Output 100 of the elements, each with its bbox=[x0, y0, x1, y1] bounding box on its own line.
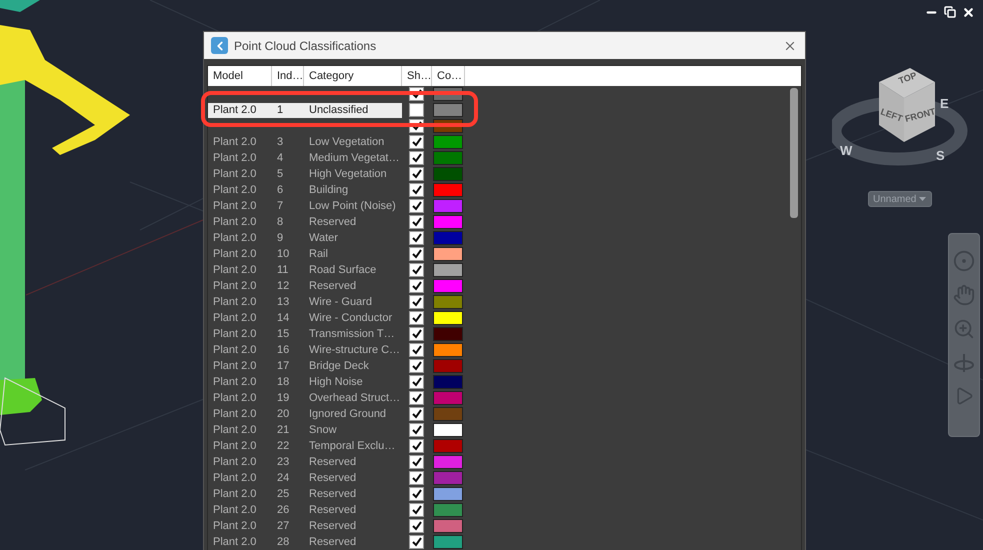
model-cell-text: Plant 2.0 bbox=[212, 454, 258, 470]
category-cell-text: Temporal Exclu… bbox=[308, 438, 396, 454]
category-cell-text: Overhead Struct… bbox=[308, 390, 402, 406]
show-checkbox[interactable] bbox=[409, 455, 424, 469]
color-swatch[interactable] bbox=[433, 311, 463, 325]
color-swatch[interactable] bbox=[433, 215, 463, 229]
restore-icon[interactable] bbox=[944, 6, 956, 18]
show-checkbox[interactable] bbox=[409, 231, 424, 245]
show-checkbox[interactable] bbox=[409, 519, 424, 533]
model-cell-text: Plant 2.0 bbox=[212, 214, 258, 230]
show-checkbox[interactable] bbox=[409, 263, 424, 277]
column-header[interactable]: Co… bbox=[432, 66, 465, 86]
index-cell-text: 25 bbox=[276, 486, 290, 502]
show-checkbox[interactable] bbox=[409, 471, 424, 485]
model-cell-text: Plant 2.0 bbox=[212, 134, 258, 150]
category-cell-text: Reserved bbox=[308, 518, 358, 534]
show-checkbox[interactable] bbox=[409, 375, 424, 389]
show-checkbox[interactable] bbox=[409, 103, 424, 117]
category-cell-text: Rail bbox=[308, 246, 329, 262]
caret-icon bbox=[919, 197, 926, 201]
index-cell-text: 6 bbox=[276, 182, 284, 198]
index-cell-text: 17 bbox=[276, 358, 290, 374]
index-cell-text: 4 bbox=[276, 150, 284, 166]
show-checkbox[interactable] bbox=[409, 535, 424, 549]
index-cell-text: 5 bbox=[276, 166, 284, 182]
model-cell-text: Plant 2.0 bbox=[212, 358, 258, 374]
color-swatch[interactable] bbox=[433, 247, 463, 261]
show-checkbox[interactable] bbox=[409, 295, 424, 309]
color-swatch[interactable] bbox=[433, 183, 463, 197]
color-swatch[interactable] bbox=[433, 439, 463, 453]
show-checkbox[interactable] bbox=[409, 167, 424, 181]
model-cell-text: Plant 2.0 bbox=[212, 534, 258, 550]
show-checkbox[interactable] bbox=[409, 407, 424, 421]
color-swatch[interactable] bbox=[433, 327, 463, 341]
color-swatch[interactable] bbox=[433, 519, 463, 533]
column-header[interactable]: Model bbox=[208, 66, 272, 86]
scrollbar-thumb[interactable] bbox=[790, 88, 798, 218]
category-cell-text: Reserved bbox=[308, 214, 358, 230]
show-checkbox[interactable] bbox=[409, 359, 424, 373]
close-icon[interactable] bbox=[962, 6, 975, 19]
index-cell-text: 11 bbox=[276, 262, 290, 278]
color-swatch[interactable] bbox=[433, 503, 463, 517]
color-swatch[interactable] bbox=[433, 135, 463, 149]
category-cell-text: Reserved bbox=[308, 470, 358, 486]
model-cell-text: Plant 2.0 bbox=[212, 486, 258, 502]
color-swatch[interactable] bbox=[433, 535, 463, 549]
index-cell-text: 21 bbox=[276, 422, 290, 438]
color-swatch[interactable] bbox=[433, 103, 463, 117]
show-checkbox[interactable] bbox=[409, 391, 424, 405]
model-cell-text: Plant 2.0 bbox=[212, 406, 258, 422]
column-header[interactable]: Category bbox=[304, 66, 402, 86]
show-checkbox[interactable] bbox=[409, 311, 424, 325]
color-swatch[interactable] bbox=[433, 263, 463, 277]
category-cell-text: Water bbox=[308, 230, 339, 246]
show-checkbox[interactable] bbox=[409, 343, 424, 357]
show-checkbox[interactable] bbox=[409, 183, 424, 197]
show-checkbox[interactable] bbox=[409, 487, 424, 501]
show-checkbox[interactable] bbox=[409, 423, 424, 437]
category-cell-text: Reserved bbox=[308, 278, 358, 294]
color-swatch[interactable] bbox=[433, 391, 463, 405]
index-cell-text: 7 bbox=[276, 198, 284, 214]
index-cell-text: 19 bbox=[276, 390, 290, 406]
color-swatch[interactable] bbox=[433, 151, 463, 165]
model-cell-text: Plant 2.0 bbox=[212, 230, 258, 246]
model-cell-text: Plant 2.0 bbox=[212, 246, 258, 262]
color-swatch[interactable] bbox=[433, 471, 463, 485]
check-icon bbox=[412, 89, 422, 99]
color-swatch[interactable] bbox=[433, 423, 463, 437]
color-swatch[interactable] bbox=[433, 231, 463, 245]
color-swatch[interactable] bbox=[433, 487, 463, 501]
color-swatch[interactable] bbox=[433, 407, 463, 421]
show-checkbox[interactable] bbox=[409, 503, 424, 517]
show-checkbox[interactable] bbox=[409, 151, 424, 165]
color-swatch[interactable] bbox=[433, 279, 463, 293]
category-cell: Unclassified bbox=[304, 102, 402, 118]
color-swatch[interactable] bbox=[433, 375, 463, 389]
color-swatch[interactable] bbox=[433, 295, 463, 309]
category-cell-text: High Vegetation bbox=[308, 166, 388, 182]
compass-letter: S bbox=[936, 148, 945, 163]
column-header[interactable]: Sh… bbox=[402, 66, 432, 86]
color-swatch[interactable] bbox=[433, 199, 463, 213]
model-cell-text: Plant 2.0 bbox=[212, 166, 258, 182]
show-checkbox[interactable] bbox=[409, 215, 424, 229]
column-header[interactable]: Ind… bbox=[272, 66, 304, 86]
color-swatch[interactable] bbox=[433, 343, 463, 357]
color-swatch[interactable] bbox=[433, 455, 463, 469]
viewcube-drawing[interactable] bbox=[879, 68, 935, 142]
category-cell-text: Building bbox=[308, 182, 350, 198]
color-swatch[interactable] bbox=[433, 167, 463, 181]
show-checkbox[interactable] bbox=[409, 247, 424, 261]
model-cell-text: Plant 2.0 bbox=[212, 422, 258, 438]
show-checkbox[interactable] bbox=[409, 439, 424, 453]
show-checkbox[interactable] bbox=[409, 135, 424, 149]
show-checkbox[interactable] bbox=[409, 199, 424, 213]
category-cell-text: High Noise bbox=[308, 374, 364, 390]
color-swatch[interactable] bbox=[433, 359, 463, 373]
back-button[interactable] bbox=[211, 37, 228, 54]
index-cell-text: 3 bbox=[276, 134, 284, 150]
show-checkbox[interactable] bbox=[409, 279, 424, 293]
show-checkbox[interactable] bbox=[409, 327, 424, 341]
